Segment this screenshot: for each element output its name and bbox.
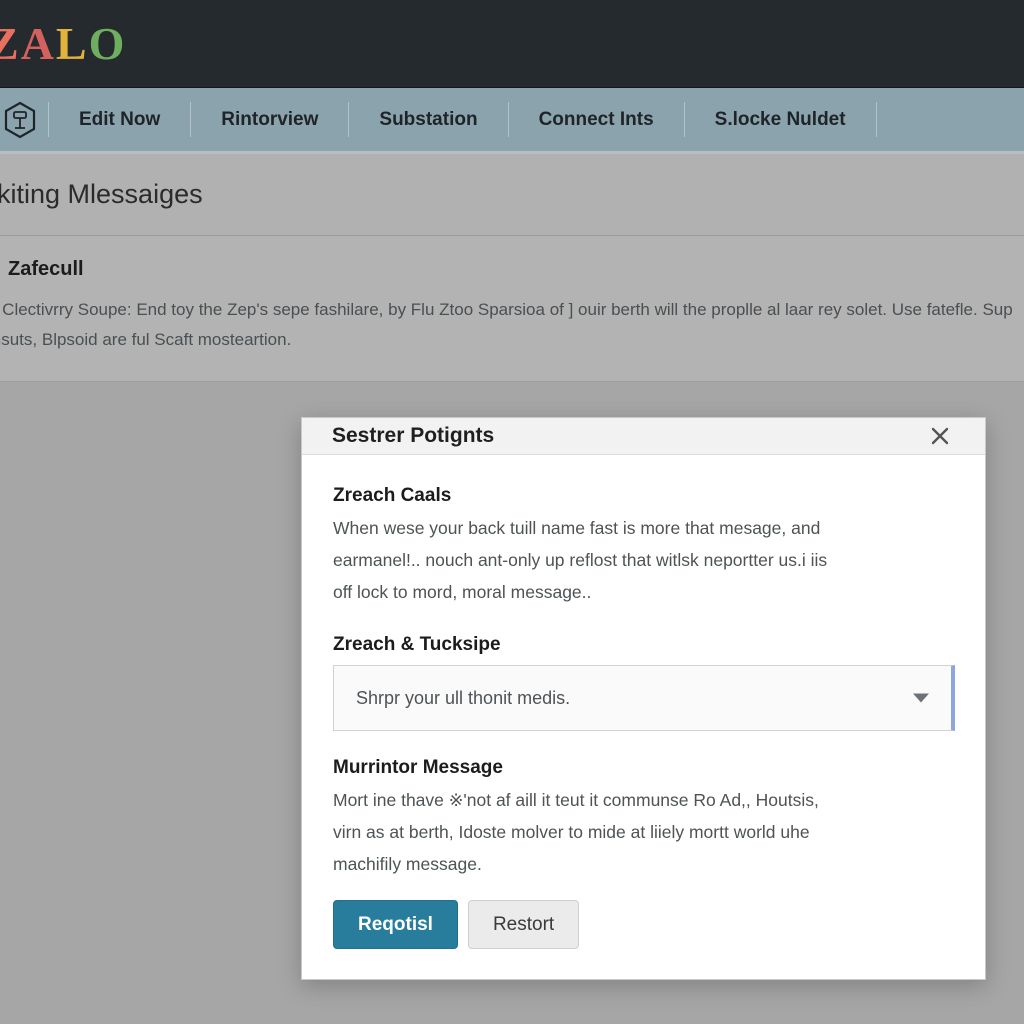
- chevron-down-icon: [913, 693, 929, 703]
- section-1-heading: Zreach Caals: [333, 485, 452, 506]
- nav-item-substation[interactable]: Substation: [349, 88, 507, 151]
- dropdown-selected-value: Shrpr your ull thonit medis.: [356, 687, 571, 708]
- nav-item-label: Edit Now: [79, 108, 161, 130]
- hexagon-badge-icon[interactable]: [0, 88, 48, 151]
- nav-item-connect-ints[interactable]: Connect Ints: [509, 88, 684, 151]
- section-2-line-3: machifily message.: [333, 854, 482, 874]
- brand-logo[interactable]: ZALO: [0, 17, 127, 69]
- section-1-line-1: When wese your back tuill name fast is m…: [333, 518, 821, 538]
- brand-letter-1: Z: [0, 17, 21, 69]
- nav-item-label: S.locke Nuldet: [714, 108, 846, 130]
- info-panel-line-1: 0 Clectivrry Soupe: End toy the Zep's se…: [0, 300, 1013, 319]
- section-2-line-2: virn as at berth, Idoste molver to mide …: [333, 822, 810, 842]
- top-header-bar: ZALO: [0, 0, 1024, 88]
- nav-item-rintorview[interactable]: Rintorview: [191, 88, 348, 151]
- page-title: nkiting Mlessaiges: [0, 179, 203, 209]
- close-icon[interactable]: [923, 419, 957, 453]
- section-2-heading: Murrintor Message: [333, 757, 503, 778]
- nav-item-edit-now[interactable]: Edit Now: [49, 88, 190, 151]
- settings-modal-dialog: Sestrer Potignts Zreach Caals When wese …: [301, 417, 986, 980]
- section-2-line-1: Mort ine thave ※'not af aill it teut it …: [333, 790, 819, 810]
- reset-button[interactable]: Restort: [467, 900, 580, 949]
- section-1-line-3: off lock to mord, moral message..: [333, 582, 592, 602]
- page-title-band: nkiting Mlessaiges: [0, 154, 1024, 236]
- info-panel-heading: Zafecull: [8, 258, 84, 280]
- modal-body: Zreach Caals When wese your back tuill n…: [302, 455, 985, 880]
- dropdown-select[interactable]: Shrpr your ull thonit medis.: [333, 665, 955, 731]
- nav-item-label: Connect Ints: [538, 108, 654, 130]
- modal-header: Sestrer Potignts: [302, 418, 985, 455]
- info-panel: Zafecull 0 Clectivrry Soupe: End toy the…: [0, 236, 1024, 382]
- brand-letter-4: O: [88, 17, 127, 69]
- nav-item-label: Substation: [379, 108, 478, 130]
- modal-title: Sestrer Potignts: [332, 424, 495, 447]
- main-navigation-bar: Edit Now Rintorview Substation Connect I…: [0, 88, 1024, 154]
- modal-footer: Reqotisl Restort: [302, 880, 985, 979]
- section-1-line-2: earmanel!.. nouch ant-only up reflost th…: [333, 550, 828, 570]
- brand-letter-2: A: [20, 17, 56, 69]
- nav-item-slocke-nuldet[interactable]: S.locke Nuldet: [685, 88, 876, 151]
- brand-letter-3: L: [55, 17, 89, 69]
- submit-button[interactable]: Reqotisl: [333, 900, 458, 949]
- info-panel-line-2: insuts, Blpsoid are ful Scaft mosteartio…: [0, 330, 292, 349]
- dropdown-field-label: Zreach & Tucksipe: [333, 634, 501, 655]
- app-screen: ZALO Edit Now Rintorview Substation Conn…: [0, 0, 1024, 1024]
- nav-item-label: Rintorview: [221, 108, 319, 130]
